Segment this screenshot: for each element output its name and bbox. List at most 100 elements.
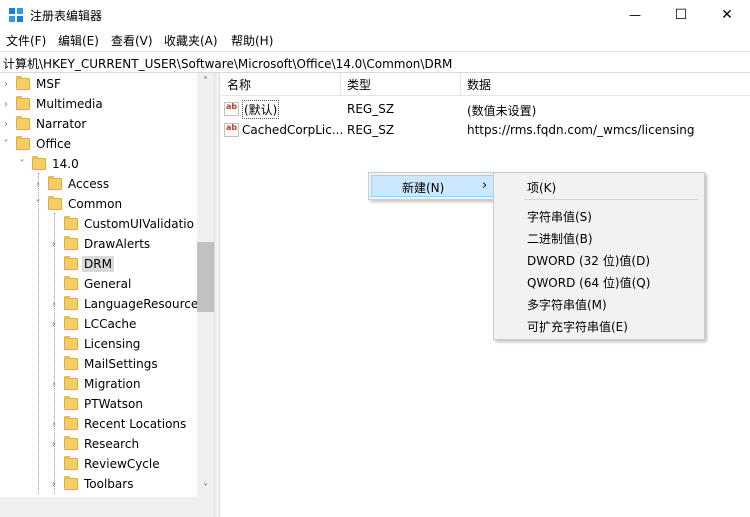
collapse-icon[interactable]: ˅ <box>16 154 28 174</box>
tree-item-label: Common <box>68 197 123 211</box>
value-data: https://rms.fqdn.com/_wmcs/licensing <box>467 123 695 137</box>
expand-icon[interactable]: › <box>48 474 60 494</box>
no-expander <box>48 274 60 294</box>
scroll-down-icon[interactable]: ˅ <box>197 480 214 497</box>
menu-favorites[interactable]: 收藏夹(A) <box>164 32 218 49</box>
address-bar[interactable]: 计算机\HKEY_CURRENT_USER\Software\Microsoft… <box>0 51 750 73</box>
tree-item[interactable]: ˅ 14.0 <box>16 154 79 174</box>
tree-item-label: Access <box>68 177 110 191</box>
column-type[interactable]: 类型 <box>341 73 461 95</box>
tree-item[interactable]: › Access <box>32 174 109 194</box>
expand-icon[interactable]: › <box>48 374 60 394</box>
close-button[interactable]: ✕ <box>704 0 750 30</box>
tree-item-label: DRM <box>82 256 114 272</box>
address-path[interactable]: 计算机\HKEY_CURRENT_USER\Software\Microsoft… <box>3 55 452 72</box>
menu-file[interactable]: 文件(F) <box>6 32 46 49</box>
tree-item-label: Licensing <box>84 337 141 351</box>
folder-icon <box>16 76 30 90</box>
expand-icon[interactable]: › <box>0 94 12 114</box>
menu-item-new[interactable]: 新建(N) › <box>371 175 494 197</box>
no-expander <box>48 454 60 474</box>
collapse-icon[interactable]: ˅ <box>0 134 12 154</box>
menu-help[interactable]: 帮助(H) <box>231 32 273 49</box>
folder-icon <box>64 376 78 390</box>
value-name: CachedCorpLic... <box>242 123 344 137</box>
tree-item[interactable]: › LCCache <box>48 314 136 334</box>
tree-item-label: LCCache <box>84 317 137 331</box>
no-expander <box>48 394 60 414</box>
column-data[interactable]: 数据 <box>461 73 750 95</box>
menu-item-key[interactable]: 项(K) <box>527 179 556 196</box>
tree-item[interactable]: › Migration <box>48 374 141 394</box>
tree-item-label: DrawAlerts <box>84 237 151 251</box>
tree-guide <box>38 173 39 493</box>
tree-item[interactable]: MailSettings <box>48 354 158 374</box>
minimize-icon: — <box>629 8 641 22</box>
tree-item[interactable]: › DrawAlerts <box>48 234 150 254</box>
maximize-icon: ☐ <box>674 7 688 23</box>
folder-icon <box>64 456 78 470</box>
tree-item[interactable]: PTWatson <box>48 394 143 414</box>
minimize-button[interactable]: — <box>612 0 658 30</box>
folder-icon <box>64 256 78 270</box>
registry-editor-icon <box>9 8 23 22</box>
tree-item[interactable]: › Narrator <box>0 114 86 134</box>
pane-splitter[interactable] <box>214 73 220 517</box>
maximize-button[interactable]: ☐ <box>658 0 704 30</box>
menu-item-multi-string-value[interactable]: 多字符串值(M) <box>527 296 607 313</box>
expand-icon[interactable]: › <box>32 174 44 194</box>
tree-item[interactable]: › MSF <box>0 74 61 94</box>
expand-icon[interactable]: › <box>0 74 12 94</box>
value-row[interactable]: ab (默认) REG_SZ (数值未设置) <box>224 99 744 119</box>
tree-item[interactable]: DRM <box>48 254 114 274</box>
tree-scrollbar-thumb[interactable] <box>197 242 214 312</box>
menu-edit[interactable]: 编辑(E) <box>58 32 99 49</box>
expand-icon[interactable]: › <box>48 294 60 314</box>
tree-item[interactable]: › Recent Locations <box>48 414 186 434</box>
collapse-icon[interactable]: ˅ <box>32 194 44 214</box>
tree-item[interactable]: ReviewCycle <box>48 454 160 474</box>
column-name[interactable]: 名称 <box>221 73 341 95</box>
folder-icon <box>64 436 78 450</box>
folder-icon <box>64 336 78 350</box>
tree-item[interactable]: › Toolbars <box>48 474 133 494</box>
tree-item[interactable]: General <box>48 274 131 294</box>
menu-view[interactable]: 查看(V) <box>111 32 153 49</box>
tree-item-label: General <box>84 277 132 291</box>
scroll-up-icon[interactable]: ˄ <box>197 73 214 90</box>
menu-item-binary-value[interactable]: 二进制值(B) <box>527 230 593 247</box>
tree-item-label: ReviewCycle <box>84 457 160 471</box>
expand-icon[interactable]: › <box>48 414 60 434</box>
menu-item-qword-value[interactable]: QWORD (64 位)值(Q) <box>527 274 650 291</box>
tree-item[interactable]: ˅ Common <box>32 194 122 214</box>
value-data: (数值未设置) <box>467 104 537 118</box>
title-bar: 注册表编辑器 — ☐ ✕ <box>0 0 750 30</box>
tree-item[interactable]: Licensing <box>48 334 140 354</box>
tree-item[interactable]: CustomUIValidatio <box>48 214 194 234</box>
expand-icon[interactable]: › <box>48 234 60 254</box>
submenu-arrow-icon: › <box>482 178 488 193</box>
string-value-icon: ab <box>224 102 239 116</box>
expand-icon[interactable]: › <box>0 114 12 134</box>
folder-icon <box>64 396 78 410</box>
close-icon: ✕ <box>721 7 733 23</box>
expand-icon[interactable]: › <box>48 434 60 454</box>
value-row[interactable]: ab CachedCorpLic... REG_SZ https://rms.f… <box>224 120 744 140</box>
folder-icon <box>16 96 30 110</box>
tree-horizontal-scrollbar[interactable] <box>0 497 214 517</box>
folder-icon <box>64 356 78 370</box>
registry-tree: › MSF › Multimedia › Narrator ˅ Office ˅ 14.0 › Acc… <box>0 73 214 497</box>
folder-icon <box>16 136 30 150</box>
menu-item-string-value[interactable]: 字符串值(S) <box>527 208 592 225</box>
menu-item-expandable-string-value[interactable]: 可扩充字符串值(E) <box>527 318 628 335</box>
folder-icon <box>64 316 78 330</box>
folder-icon <box>48 196 62 210</box>
no-expander <box>48 354 60 374</box>
tree-item[interactable]: › Multimedia <box>0 94 103 114</box>
expand-icon[interactable]: › <box>48 314 60 334</box>
tree-item[interactable]: › LanguageResources <box>48 294 205 314</box>
tree-item[interactable]: ˅ Office <box>0 134 71 154</box>
tree-item[interactable]: › Research <box>48 434 139 454</box>
no-expander <box>48 254 60 274</box>
menu-item-dword-value[interactable]: DWORD (32 位)值(D) <box>527 252 650 269</box>
